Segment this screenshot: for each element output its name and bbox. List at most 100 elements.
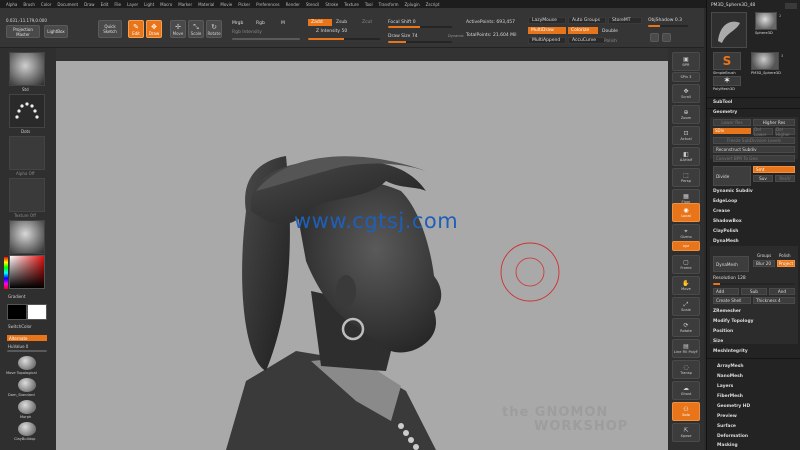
divide-button[interactable]: Divide <box>713 166 751 186</box>
huevalue-slider[interactable]: HuValue 0 <box>8 344 28 349</box>
suv-toggle[interactable]: Suv <box>753 175 773 182</box>
claypolish-menu[interactable]: ClayPolish <box>713 229 738 234</box>
resolution-track[interactable] <box>713 283 795 285</box>
store-mt-button[interactable]: StoreMT <box>608 17 642 24</box>
material-thumbnail[interactable] <box>9 220 45 254</box>
scroll-button[interactable]: ✥ Scroll <box>672 84 700 103</box>
zadd-button[interactable]: Zadd <box>308 19 332 26</box>
xpose-button[interactable]: ⇱ Xpose <box>672 423 700 442</box>
stroke-thumbnail[interactable] <box>9 94 45 128</box>
pm3d-sphere3d-thumbnail[interactable] <box>751 52 779 70</box>
polyframe-button[interactable]: ▤ Line Fill PolyF <box>672 339 700 358</box>
mrgb-button[interactable]: Mrgb <box>232 21 243 26</box>
bpr-button[interactable]: ▣ BPR <box>672 52 700 71</box>
zremesher-menu[interactable]: ZRemesher <box>713 309 741 314</box>
obj-shadow-slider[interactable]: ObjShadow 0.3 <box>648 18 682 23</box>
del-lower-button[interactable]: Del Lower <box>753 127 773 137</box>
meshintegrity-menu[interactable]: MeshIntegrity <box>713 349 748 354</box>
project-toggle[interactable]: Project <box>777 260 795 267</box>
ghost-button[interactable]: ☁ Ghost <box>672 381 700 400</box>
dynamesh-button[interactable]: DynaMesh <box>713 256 749 272</box>
spix-slider[interactable]: SPix 3 <box>672 72 700 82</box>
menu-brush[interactable]: Brush <box>23 2 35 7</box>
position-menu[interactable]: Position <box>713 329 733 334</box>
brush-dam-standard-icon[interactable] <box>18 378 36 392</box>
draw-size-track[interactable] <box>388 41 452 43</box>
accucurve-button[interactable]: AccuCurve <box>568 37 606 44</box>
gradient-toggle[interactable]: Gradient <box>8 294 25 299</box>
menu-zscript[interactable]: Zscript <box>426 2 440 7</box>
menu-edit[interactable]: Edit <box>101 2 109 7</box>
polish-button[interactable]: Polish <box>604 39 617 44</box>
transp-button[interactable]: ◌ Transp <box>672 360 700 379</box>
actual-button[interactable]: ⊡ Actual <box>672 126 700 145</box>
frame-button[interactable]: ▢ Frame <box>672 255 700 274</box>
active-tool-thumbnail[interactable] <box>711 12 747 48</box>
masking-menu[interactable]: Masking <box>717 443 738 448</box>
menu-material[interactable]: Material <box>198 2 214 7</box>
huevalue-track[interactable] <box>7 350 47 352</box>
color-picker[interactable] <box>9 255 45 289</box>
secondary-color-swatch[interactable] <box>27 304 47 320</box>
dynamic-subdiv-menu[interactable]: Dynamic Subdiv <box>713 189 753 194</box>
menu-file[interactable]: File <box>114 2 121 7</box>
blur-slider[interactable]: Blur 20 <box>753 260 775 267</box>
menu-draw[interactable]: Draw <box>84 2 94 7</box>
shelf-toggle-button[interactable] <box>650 33 659 42</box>
geometry-menu[interactable]: Geometry <box>713 110 737 115</box>
menu-transform[interactable]: Transform <box>379 2 399 7</box>
groups-toggle[interactable]: Groups <box>757 253 771 258</box>
zcut-button[interactable]: Zcut <box>362 20 372 25</box>
convert-bpr-button[interactable]: Convert BPR To Geo <box>713 155 795 162</box>
subtool-menu[interactable]: SubTool <box>713 100 732 105</box>
edgeloop-menu[interactable]: EdgeLoop <box>713 199 737 204</box>
freeze-subdivision-button[interactable]: Freeze SubDivision Levels <box>713 137 795 144</box>
obj-shadow-track[interactable] <box>648 25 688 27</box>
viewport-canvas[interactable]: www.cgtsj.com the GNOMON WORKSHOP <box>56 61 668 450</box>
menu-layer[interactable]: Layer <box>127 2 138 7</box>
double-button[interactable]: Double <box>602 29 618 34</box>
menu-zplugin[interactable]: Zplugin <box>405 2 420 7</box>
fibermesh-menu[interactable]: FiberMesh <box>717 394 743 399</box>
menu-render[interactable]: Render <box>286 2 300 7</box>
surface-menu[interactable]: Surface <box>717 424 736 429</box>
scale-mode-button[interactable]: ⤡ Scale <box>188 20 204 38</box>
local-button[interactable]: ◉ Local <box>672 203 700 222</box>
menu-stroke[interactable]: Stroke <box>325 2 338 7</box>
preview-menu[interactable]: Preview <box>717 414 737 419</box>
reuv-button[interactable]: ReUV <box>775 175 795 182</box>
quick-sketch-button[interactable]: Quick Sketch <box>98 20 122 38</box>
menu-stencil[interactable]: Stencil <box>306 2 320 7</box>
polymesh3d-thumbnail[interactable]: ✶ <box>713 76 741 86</box>
menu-alpha[interactable]: Alpha <box>6 2 17 7</box>
menu-color[interactable]: Color <box>41 2 51 7</box>
rotate-view-button[interactable]: ⟳ Rotate <box>672 318 700 337</box>
brush-morph-icon[interactable] <box>18 400 36 414</box>
nanomesh-menu[interactable]: NanoMesh <box>717 374 743 379</box>
lightbox-button[interactable]: LightBox <box>44 25 68 38</box>
brush-thumbnail[interactable] <box>9 52 45 86</box>
sphere3d-thumbnail[interactable] <box>755 12 777 30</box>
draw-size-slider[interactable]: Draw Size 74 <box>388 34 418 39</box>
rgb-intensity-slider[interactable]: Rgb Intensity <box>232 30 262 35</box>
del-higher-button[interactable]: Del Higher <box>775 127 795 137</box>
scale-view-button[interactable]: ⤢ Scale <box>672 297 700 316</box>
menu-texture[interactable]: Texture <box>344 2 359 7</box>
menu-preferences[interactable]: Preferences <box>256 2 280 7</box>
menu-picker[interactable]: Picker <box>238 2 250 7</box>
modify-topology-menu[interactable]: Modify Topology <box>713 319 753 324</box>
size-menu[interactable]: Size <box>713 339 723 344</box>
solo-button[interactable]: ⚇ Solo <box>672 402 700 421</box>
brush-claybuildup-icon[interactable] <box>18 422 36 436</box>
geometry-hd-menu[interactable]: Geometry HD <box>717 404 750 409</box>
z-intensity-track[interactable] <box>308 38 380 40</box>
edit-mode-button[interactable]: ✎ Edit <box>128 20 144 38</box>
higher-res-button[interactable]: Higher Res <box>753 119 795 126</box>
shadowbox-menu[interactable]: ShadowBox <box>713 219 742 224</box>
tool-name-slider[interactable] <box>785 3 797 9</box>
menu-macro[interactable]: Macro <box>160 2 172 7</box>
sub-button[interactable]: Sub <box>741 288 767 295</box>
zsub-button[interactable]: Zsub <box>336 20 347 25</box>
sdiv-slider[interactable]: SDiv <box>713 128 751 134</box>
polish-toggle[interactable]: Polish <box>779 253 791 258</box>
